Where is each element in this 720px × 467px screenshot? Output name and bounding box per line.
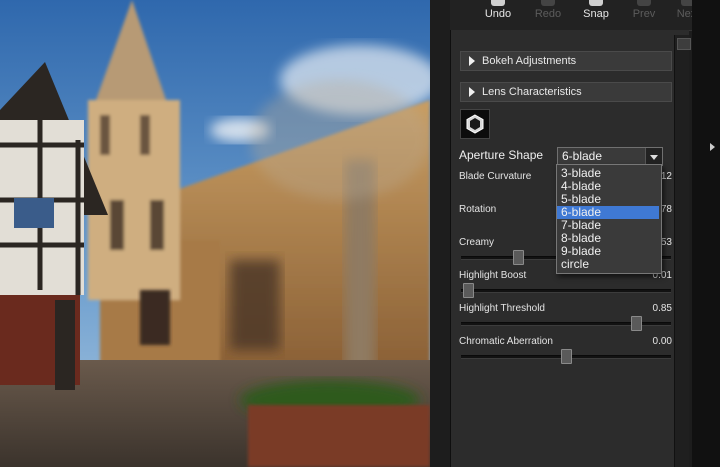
- chromatic-aberration-label: Chromatic Aberration: [459, 336, 553, 347]
- rotation-label: Rotation: [459, 204, 497, 215]
- highlight-boost-label: Highlight Boost: [459, 270, 527, 281]
- highlight-threshold-label: Highlight Threshold: [459, 303, 545, 314]
- rotation-value: 78: [660, 204, 672, 215]
- aperture-shape-value: 6-blade: [562, 149, 603, 163]
- bokeh-adjustments-header[interactable]: Bokeh Adjustments: [460, 51, 672, 71]
- hexagon-aperture-icon: [466, 114, 484, 134]
- creamy-slider-thumb[interactable]: [513, 250, 524, 265]
- lens-characteristics-label: Lens Characteristics: [482, 86, 582, 98]
- aperture-preview: [460, 109, 490, 139]
- highlight-threshold-slider-thumb[interactable]: [631, 316, 642, 331]
- toolbar: Undo Redo Snap Prev Next: [450, 0, 708, 31]
- dropdown-caret-icon: [650, 155, 658, 160]
- bokeh-adjustments-label: Bokeh Adjustments: [482, 55, 577, 67]
- undo-button[interactable]: Undo: [476, 0, 520, 30]
- disclosure-triangle-icon: [469, 87, 475, 97]
- aperture-shape-label: Aperture Shape: [459, 148, 544, 162]
- highlight-threshold-value: 0.85: [652, 303, 672, 314]
- snap-icon: [589, 0, 603, 6]
- highlight-boost-slider-track[interactable]: [461, 289, 671, 293]
- scroll-up-button[interactable]: [677, 38, 691, 50]
- option-label: circle: [561, 257, 590, 271]
- redo-icon: [541, 0, 555, 6]
- collapsed-side-strip: [692, 0, 720, 467]
- snap-label: Snap: [583, 8, 609, 20]
- blade-curvature-value: 12: [660, 171, 672, 182]
- prev-icon: [637, 0, 651, 6]
- prev-label: Prev: [632, 8, 656, 20]
- redo-label: Redo: [534, 8, 562, 20]
- redo-button[interactable]: Redo: [526, 0, 570, 30]
- panel-scrollbar[interactable]: [674, 35, 689, 467]
- right-panel: Undo Redo Snap Prev Next Bokeh Adjustmen…: [430, 0, 720, 467]
- snap-button[interactable]: Snap: [574, 0, 618, 30]
- undo-icon: [491, 0, 505, 6]
- dropdown-option[interactable]: circle: [557, 258, 659, 271]
- highlight-boost-slider-thumb[interactable]: [463, 283, 474, 298]
- chromatic-aberration-slider-thumb[interactable]: [561, 349, 572, 364]
- prev-button[interactable]: Prev: [622, 0, 666, 30]
- aperture-shape-dropdown-list: 3-blade 4-blade 5-blade 6-blade 7-blade …: [556, 164, 662, 274]
- photo-image: [0, 0, 430, 467]
- lens-characteristics-header[interactable]: Lens Characteristics: [460, 82, 672, 102]
- dropdown-toggle[interactable]: [645, 148, 662, 165]
- photo-canvas[interactable]: [0, 0, 430, 467]
- disclosure-triangle-icon: [469, 56, 475, 66]
- creamy-value: 53: [660, 237, 672, 248]
- undo-label: Undo: [484, 8, 512, 20]
- chromatic-aberration-value: 0.00: [652, 336, 672, 347]
- creamy-label: Creamy: [459, 237, 495, 248]
- blade-curvature-label: Blade Curvature: [459, 171, 532, 182]
- expand-arrow-icon[interactable]: [710, 143, 715, 151]
